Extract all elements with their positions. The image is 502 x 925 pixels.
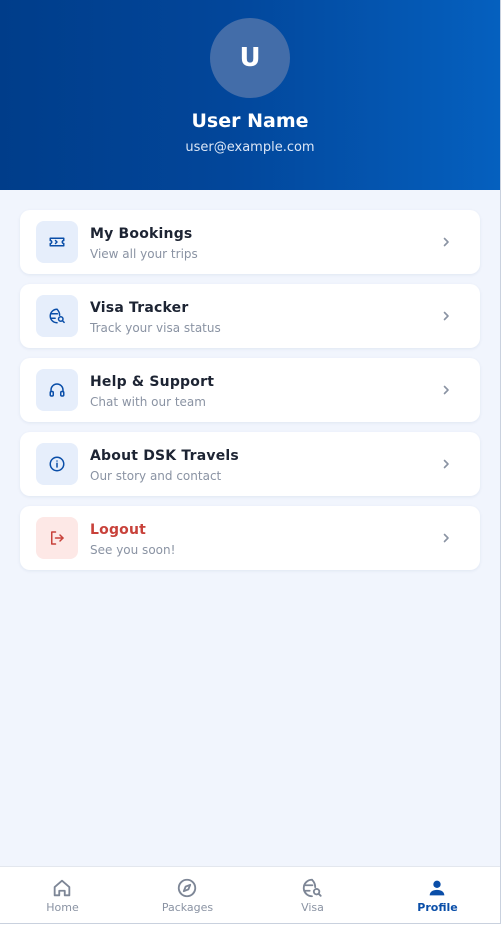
globe-search-icon	[302, 878, 322, 898]
menu-item-title: Visa Tracker	[90, 300, 189, 316]
menu-item-title: My Bookings	[90, 226, 193, 242]
user-name: User Name	[191, 110, 309, 132]
nav-label: Packages	[161, 901, 214, 914]
chevron-right-icon	[443, 385, 449, 395]
menu-item-logout[interactable]: Logout See you soon!	[20, 506, 480, 570]
menu-item-title: About DSK Travels	[90, 448, 239, 464]
nav-profile[interactable]: Profile	[375, 867, 500, 923]
menu-item-subtitle: Our story and contact	[90, 469, 222, 483]
compass-icon	[177, 878, 197, 898]
ticket-icon	[36, 221, 78, 263]
nav-home[interactable]: Home	[0, 867, 125, 923]
profile-header: U User Name user@example.com	[0, 0, 500, 190]
nav-visa[interactable]: Visa	[250, 867, 375, 923]
menu-item-subtitle: View all your trips	[90, 247, 198, 261]
nav-packages[interactable]: Packages	[125, 867, 250, 923]
menu-item-about[interactable]: About DSK Travels Our story and contact	[20, 432, 480, 496]
chevron-right-icon	[443, 237, 449, 247]
bottom-nav: Home Packages Visa Profile	[0, 866, 500, 923]
person-icon	[429, 880, 445, 896]
profile-menu: My Bookings View all your trips Visa Tra…	[20, 210, 480, 580]
menu-item-subtitle: See you soon!	[90, 543, 176, 557]
chevron-right-icon	[443, 533, 449, 543]
globe-search-icon	[36, 295, 78, 337]
headset-icon	[36, 369, 78, 411]
menu-item-help-support[interactable]: Help & Support Chat with our team	[20, 358, 480, 422]
menu-item-title: Logout	[90, 522, 147, 538]
menu-item-subtitle: Track your visa status	[90, 321, 221, 335]
nav-label: Profile	[417, 901, 458, 914]
menu-item-subtitle: Chat with our team	[90, 395, 206, 409]
user-email: user@example.com	[185, 140, 315, 155]
menu-item-my-bookings[interactable]: My Bookings View all your trips	[20, 210, 480, 274]
nav-label: Home	[46, 901, 79, 914]
info-icon	[36, 443, 78, 485]
app-frame: U User Name user@example.com My Bookings…	[0, 0, 501, 924]
menu-item-title: Help & Support	[90, 374, 215, 390]
avatar: U	[210, 18, 290, 98]
logout-icon	[36, 517, 78, 559]
home-icon	[53, 879, 71, 897]
nav-label: Visa	[301, 901, 324, 914]
menu-item-visa-tracker[interactable]: Visa Tracker Track your visa status	[20, 284, 480, 348]
chevron-right-icon	[443, 459, 449, 469]
chevron-right-icon	[443, 311, 449, 321]
